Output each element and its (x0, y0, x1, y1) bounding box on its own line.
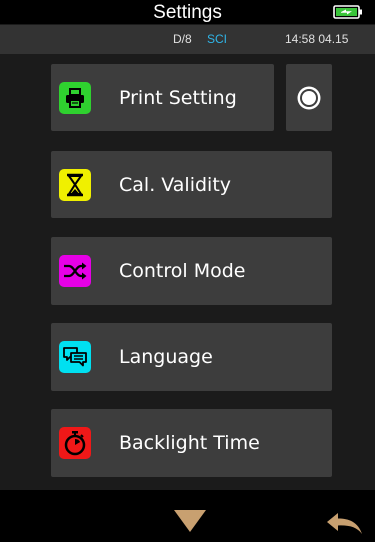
measure-geometry: D/8 (173, 32, 192, 46)
print-setting-button[interactable]: Print Setting (51, 64, 274, 131)
title-bar: Settings (0, 0, 375, 24)
battery-charging-icon (333, 5, 362, 19)
shuffle-icon (59, 255, 91, 287)
back-arrow-icon[interactable] (327, 513, 363, 535)
backlight-time-button[interactable]: Backlight Time (51, 409, 332, 477)
down-arrow-icon[interactable] (174, 510, 206, 532)
hourglass-icon (59, 168, 91, 201)
menu-label: Control Mode (119, 260, 246, 282)
cal-validity-button[interactable]: Cal. Validity (51, 151, 332, 218)
menu-label: Print Setting (119, 86, 237, 109)
language-button[interactable]: Language (51, 323, 332, 391)
menu-label: Backlight Time (119, 432, 260, 454)
control-mode-button[interactable]: Control Mode (51, 237, 332, 305)
clock: 14:58 04.15 (285, 32, 349, 46)
print-radio-toggle[interactable] (286, 64, 332, 131)
printer-icon (59, 81, 91, 114)
page-title: Settings (153, 2, 222, 23)
chat-bubbles-icon (59, 341, 91, 373)
specular-mode: SCI (207, 32, 228, 46)
menu-label: Cal. Validity (119, 173, 232, 196)
radio-icon (297, 86, 321, 109)
stopwatch-icon (59, 427, 91, 459)
menu-label: Language (119, 346, 213, 368)
status-bar: D/8 SCI 14:58 04.15 (0, 25, 375, 54)
